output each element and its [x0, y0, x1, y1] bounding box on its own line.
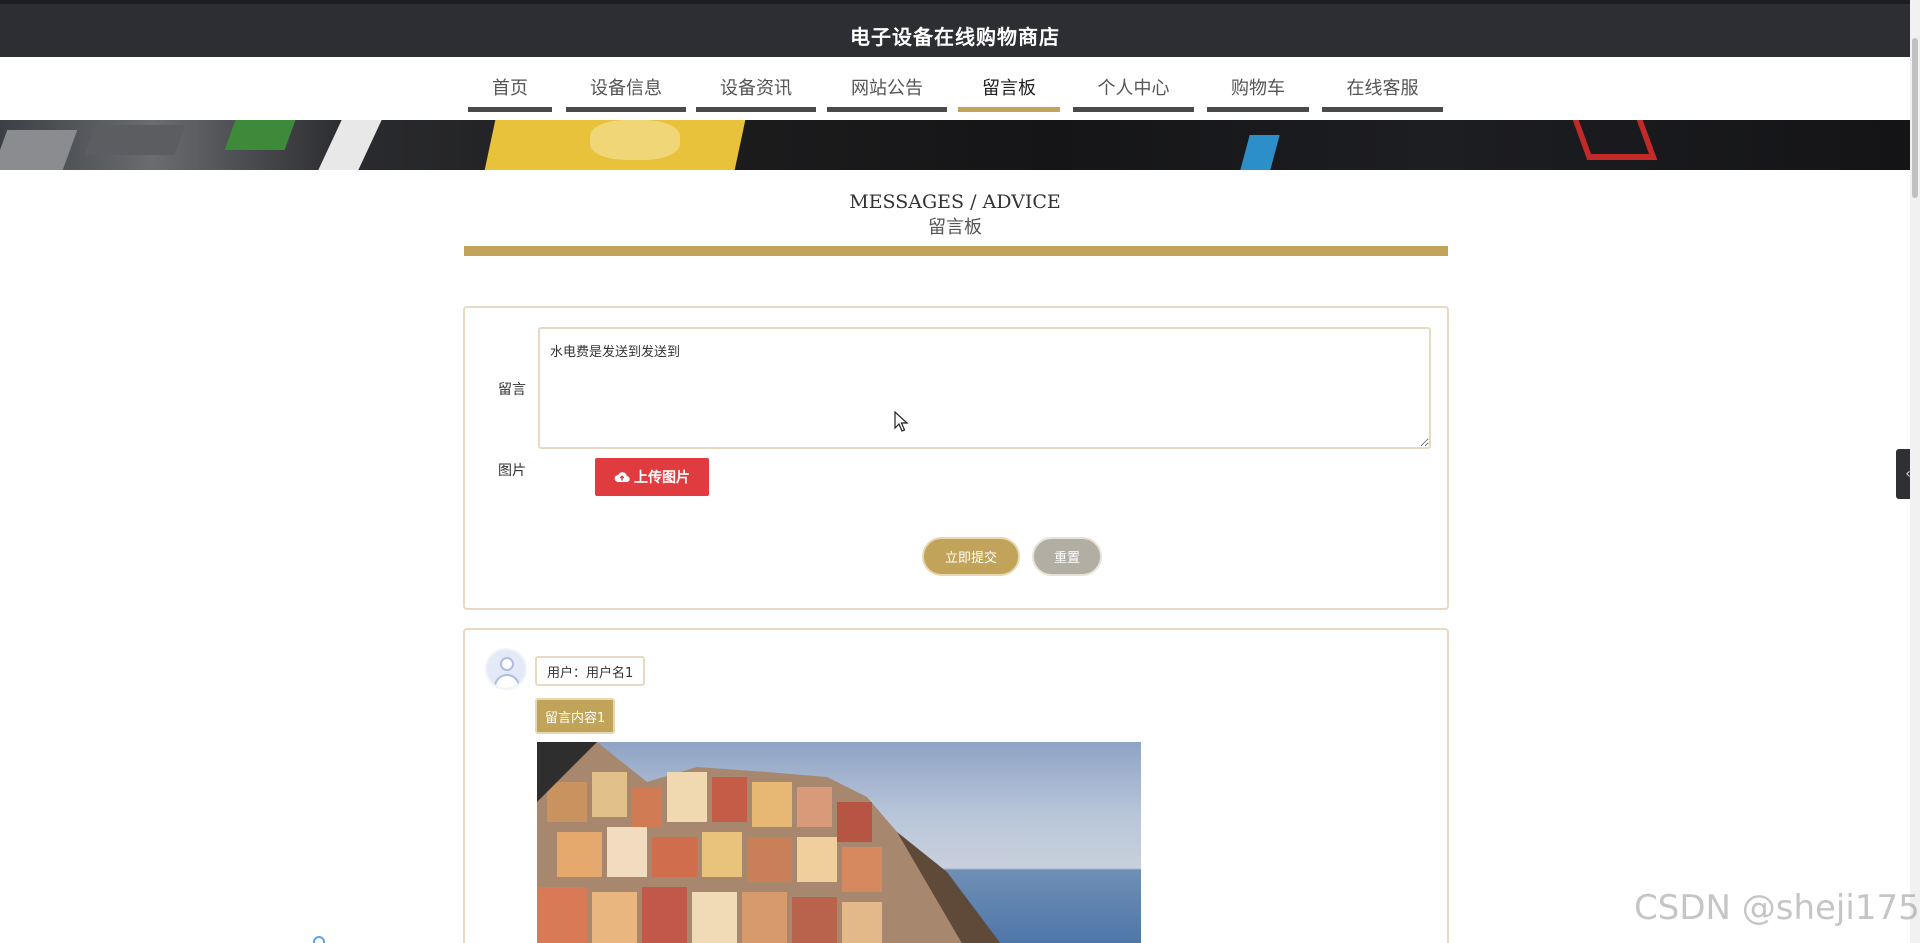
message-item: 用户：用户名1 留言内容1	[463, 628, 1449, 943]
message-image	[537, 742, 1141, 943]
nav-item-label: 网站公告	[851, 78, 923, 99]
nav-item-label: 留言板	[982, 78, 1036, 99]
section-divider	[464, 246, 1448, 256]
image-label: 图片	[498, 463, 526, 479]
banner-shape	[1572, 120, 1658, 160]
message-label: 留言	[498, 382, 526, 398]
message-content: 留言内容1	[535, 698, 616, 734]
message-photo-drawing	[537, 742, 1001, 943]
banner-image	[0, 120, 1910, 170]
nav-item-label: 购物车	[1231, 78, 1285, 99]
submit-button[interactable]: 立即提交	[922, 537, 1020, 576]
top-header: 电子设备在线购物商店	[0, 0, 1910, 57]
nav-item-label: 设备信息	[590, 78, 662, 99]
site-title: 电子设备在线购物商店	[850, 25, 1060, 49]
avatar-body	[494, 674, 520, 688]
avatar-head	[500, 657, 514, 671]
banner-shape	[84, 125, 186, 155]
status-dot-icon	[313, 936, 325, 943]
nav-underline	[1322, 107, 1443, 112]
user-avatar-icon	[485, 648, 527, 690]
watermark: CSDN @sheji175	[1634, 888, 1920, 928]
page: 电子设备在线购物商店 首页 设备信息 设备资讯 网站公告 留言板 个人中心 购物…	[0, 0, 1920, 943]
nav-item-online-service[interactable]: 在线客服	[1322, 57, 1443, 112]
nav-item-label: 设备资讯	[720, 78, 792, 99]
submit-button-label: 立即提交	[944, 551, 997, 566]
main-nav: 首页 设备信息 设备资讯 网站公告 留言板 个人中心 购物车 在线客服	[0, 57, 1910, 120]
nav-item-device-news[interactable]: 设备资讯	[696, 57, 816, 112]
reset-button-label: 重置	[1053, 551, 1080, 566]
banner-shape	[318, 120, 382, 170]
section-title-en: MESSAGES / ADVICE	[849, 191, 1061, 213]
message-form: 留言 水电费是发送到发送到 图片 上传图片 立即提交 重置	[463, 306, 1449, 610]
section-title-zh: 留言板	[928, 217, 982, 238]
message-textarea[interactable]: 水电费是发送到发送到	[538, 327, 1431, 449]
mouse-cursor-icon	[894, 411, 909, 432]
nav-underline	[566, 107, 686, 112]
nav-item-device-info[interactable]: 设备信息	[566, 57, 686, 112]
nav-underline	[1073, 107, 1194, 112]
cloud-upload-icon	[614, 472, 630, 483]
upload-image-button[interactable]: 上传图片	[595, 458, 709, 496]
scrollbar[interactable]	[1910, 0, 1920, 943]
banner-shape	[0, 130, 78, 170]
nav-item-personal-center[interactable]: 个人中心	[1073, 57, 1194, 112]
banner-shape	[224, 120, 296, 150]
nav-item-message-board[interactable]: 留言板	[958, 57, 1060, 112]
nav-underline	[468, 107, 552, 112]
nav-item-announcements[interactable]: 网站公告	[827, 57, 947, 112]
nav-item-label: 个人中心	[1097, 78, 1170, 99]
banner-shape	[1240, 135, 1280, 170]
nav-item-home[interactable]: 首页	[468, 57, 552, 112]
nav-item-cart[interactable]: 购物车	[1207, 57, 1309, 112]
nav-item-label: 首页	[492, 78, 528, 99]
nav-item-label: 在线客服	[1346, 78, 1419, 99]
nav-underline	[827, 107, 947, 112]
nav-underline	[696, 107, 816, 112]
nav-underline	[958, 107, 1060, 112]
upload-button-label: 上传图片	[634, 470, 690, 486]
message-user: 用户：用户名1	[535, 656, 646, 686]
nav-underline	[1207, 107, 1309, 112]
reset-button[interactable]: 重置	[1032, 537, 1102, 576]
banner-shape	[590, 120, 680, 160]
scrollbar-thumb[interactable]	[1912, 38, 1918, 198]
